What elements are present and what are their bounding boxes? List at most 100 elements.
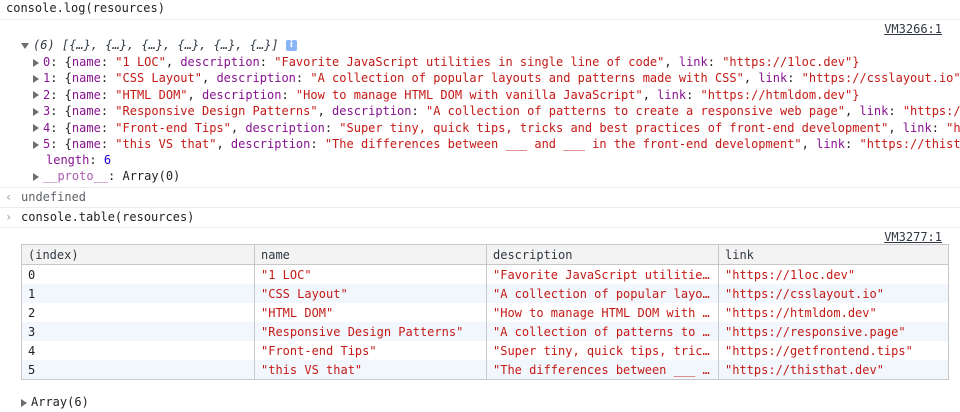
expand-right-icon[interactable] xyxy=(33,91,39,100)
object-row[interactable]: 5: {name: "this VS that", description: "… xyxy=(0,136,960,153)
cell-index: 4 xyxy=(21,341,255,360)
cell-description: "A collection of patterns to cr… xyxy=(486,322,719,341)
link-value: "https://re… xyxy=(902,104,960,119)
description-value: "Super tiny, quick tips, tricks and best… xyxy=(339,120,889,135)
cell-index: 3 xyxy=(21,322,255,341)
link-key: link xyxy=(859,104,889,119)
cell-index: 1 xyxy=(21,284,255,303)
array-summary: (6) [{…}, {…}, {…}, {…}, {…}, {…}] xyxy=(33,38,279,52)
divider xyxy=(0,187,960,188)
name-key: name xyxy=(71,137,101,151)
console-table: (index) name description link 0 "1 LOC" "F… xyxy=(21,244,949,380)
name-value: "1 LOC" xyxy=(115,55,166,69)
description-value: "How to manage HTML DOM with vanilla Jav… xyxy=(295,87,643,102)
name-value: "CSS Layout" xyxy=(115,71,202,86)
description-key: description xyxy=(245,120,325,135)
cell-link: "https://responsive.page" xyxy=(718,322,949,341)
expand-right-icon[interactable] xyxy=(21,398,27,407)
cell-description: "The differences between ___ an… xyxy=(486,360,719,380)
length-key: length xyxy=(46,153,90,167)
cell-index: 0 xyxy=(21,264,255,284)
expand-right-icon[interactable] xyxy=(33,172,39,181)
console-input-line: › console.table(resources) xyxy=(0,209,960,226)
description-key: description xyxy=(216,71,296,86)
description-key: description xyxy=(180,55,260,69)
expand-right-icon[interactable] xyxy=(33,58,39,67)
name-key: name xyxy=(71,120,101,135)
proto-value: Array(0) xyxy=(122,169,181,183)
length-line: length: 6 xyxy=(46,153,112,167)
cell-name: "HTML DOM" xyxy=(254,303,487,322)
link-key: link xyxy=(678,55,708,69)
console-input-line: console.log(resources) xyxy=(0,0,960,17)
result-line: ‹ undefined xyxy=(0,189,960,206)
cell-description: "Super tiny, quick tips, tricks… xyxy=(486,341,719,360)
link-value: "https://1loc.dev"} xyxy=(722,55,860,69)
cell-description: "How to manage HTML DOM with va… xyxy=(486,303,719,322)
cell-name: "Responsive Design Patterns" xyxy=(254,322,487,341)
object-row[interactable]: 3: {name: "Responsive Design Patterns", … xyxy=(0,103,960,120)
description-key: description xyxy=(332,104,412,119)
name-value: "Front-end Tips" xyxy=(115,120,231,135)
link-value: "https://htmldom.dev"} xyxy=(700,87,860,102)
column-header-name[interactable]: name xyxy=(254,244,487,265)
array-footer-line[interactable]: Array(6) xyxy=(0,394,960,411)
cell-name: "1 LOC" xyxy=(254,264,487,284)
array-footer: Array(6) xyxy=(31,395,89,409)
proto-line[interactable]: __proto__: Array(0) xyxy=(0,168,960,185)
table-row: 5 "this VS that" "The differences between … xyxy=(21,360,949,380)
link-value: "http… xyxy=(946,120,960,135)
description-value: "A collection of patterns to create a re… xyxy=(425,104,845,119)
table-row: 0 "1 LOC" "Favorite JavaScript utilities …… xyxy=(21,264,949,284)
array-summary-line[interactable]: (6) [{…}, {…}, {…}, {…}, {…}, {…}] i xyxy=(0,37,960,54)
cell-link: "https://htmldom.dev" xyxy=(718,303,949,322)
object-row[interactable]: 4: {name: "Front-end Tips", description:… xyxy=(0,120,960,137)
proto-key: __proto__ xyxy=(43,169,109,183)
link-key: link xyxy=(902,120,932,135)
cell-link: "https://csslayout.io" xyxy=(718,284,949,303)
command-text: console.log(resources) xyxy=(6,1,165,15)
description-value: "Favorite JavaScript utilities in single… xyxy=(274,55,665,69)
cell-link: "https://getfrontend.tips" xyxy=(718,341,949,360)
object-row[interactable]: 2: {name: "HTML DOM", description: "How … xyxy=(0,87,960,104)
name-key: name xyxy=(71,71,101,86)
description-value: "A collection of popular layouts and pat… xyxy=(310,71,744,86)
column-header-index[interactable]: (index) xyxy=(21,244,255,265)
link-key: link xyxy=(758,71,788,86)
expand-right-icon[interactable] xyxy=(33,107,39,116)
name-key: name xyxy=(71,87,101,102)
column-header-description[interactable]: description xyxy=(486,244,719,265)
expand-right-icon[interactable] xyxy=(33,124,39,133)
cell-index: 5 xyxy=(21,360,255,380)
cell-description: "Favorite JavaScript utilities … xyxy=(486,264,719,284)
log-source-line: VM3266:1 xyxy=(0,21,960,38)
info-icon[interactable]: i xyxy=(285,40,297,51)
result-arrow-icon: ‹ xyxy=(5,190,13,204)
link-value: "https://thisthat… xyxy=(859,137,960,151)
cell-name: "Front-end Tips" xyxy=(254,341,487,360)
divider xyxy=(0,227,960,228)
object-row[interactable]: 1: {name: "CSS Layout", description: "A … xyxy=(0,70,960,87)
name-key: name xyxy=(71,55,101,69)
cell-index: 2 xyxy=(21,303,255,322)
column-header-link[interactable]: link xyxy=(718,244,949,265)
expand-down-icon[interactable] xyxy=(21,42,29,49)
table-row: 3 "Responsive Design Patterns" "A collecti… xyxy=(21,322,949,341)
table-header-row: (index) name description link xyxy=(21,244,949,265)
expand-right-icon[interactable] xyxy=(33,74,39,83)
table-row: 2 "HTML DOM" "How to manage HTML DOM with … xyxy=(21,303,949,322)
cell-name: "this VS that" xyxy=(254,360,487,380)
expand-right-icon[interactable] xyxy=(33,140,39,149)
name-value: "Responsive Design Patterns" xyxy=(115,104,318,119)
description-value: "The differences between ___ and ___ in … xyxy=(324,137,802,151)
link-value: "https://csslayout.io"} xyxy=(801,71,960,86)
link-key: link xyxy=(657,87,687,102)
description-key: description xyxy=(230,137,311,151)
cell-description: "A collection of popular layout… xyxy=(486,284,719,303)
object-row[interactable]: 0: {name: "1 LOC", description: "Favorit… xyxy=(0,54,960,71)
table-row: 4 "Front-end Tips" "Super tiny, quick tips… xyxy=(21,341,949,360)
table-row: 1 "CSS Layout" "A collection of popular la… xyxy=(21,284,949,303)
undefined-result: undefined xyxy=(21,190,87,204)
source-link[interactable]: VM3266:1 xyxy=(884,21,942,38)
cell-link: "https://1loc.dev" xyxy=(718,264,949,284)
